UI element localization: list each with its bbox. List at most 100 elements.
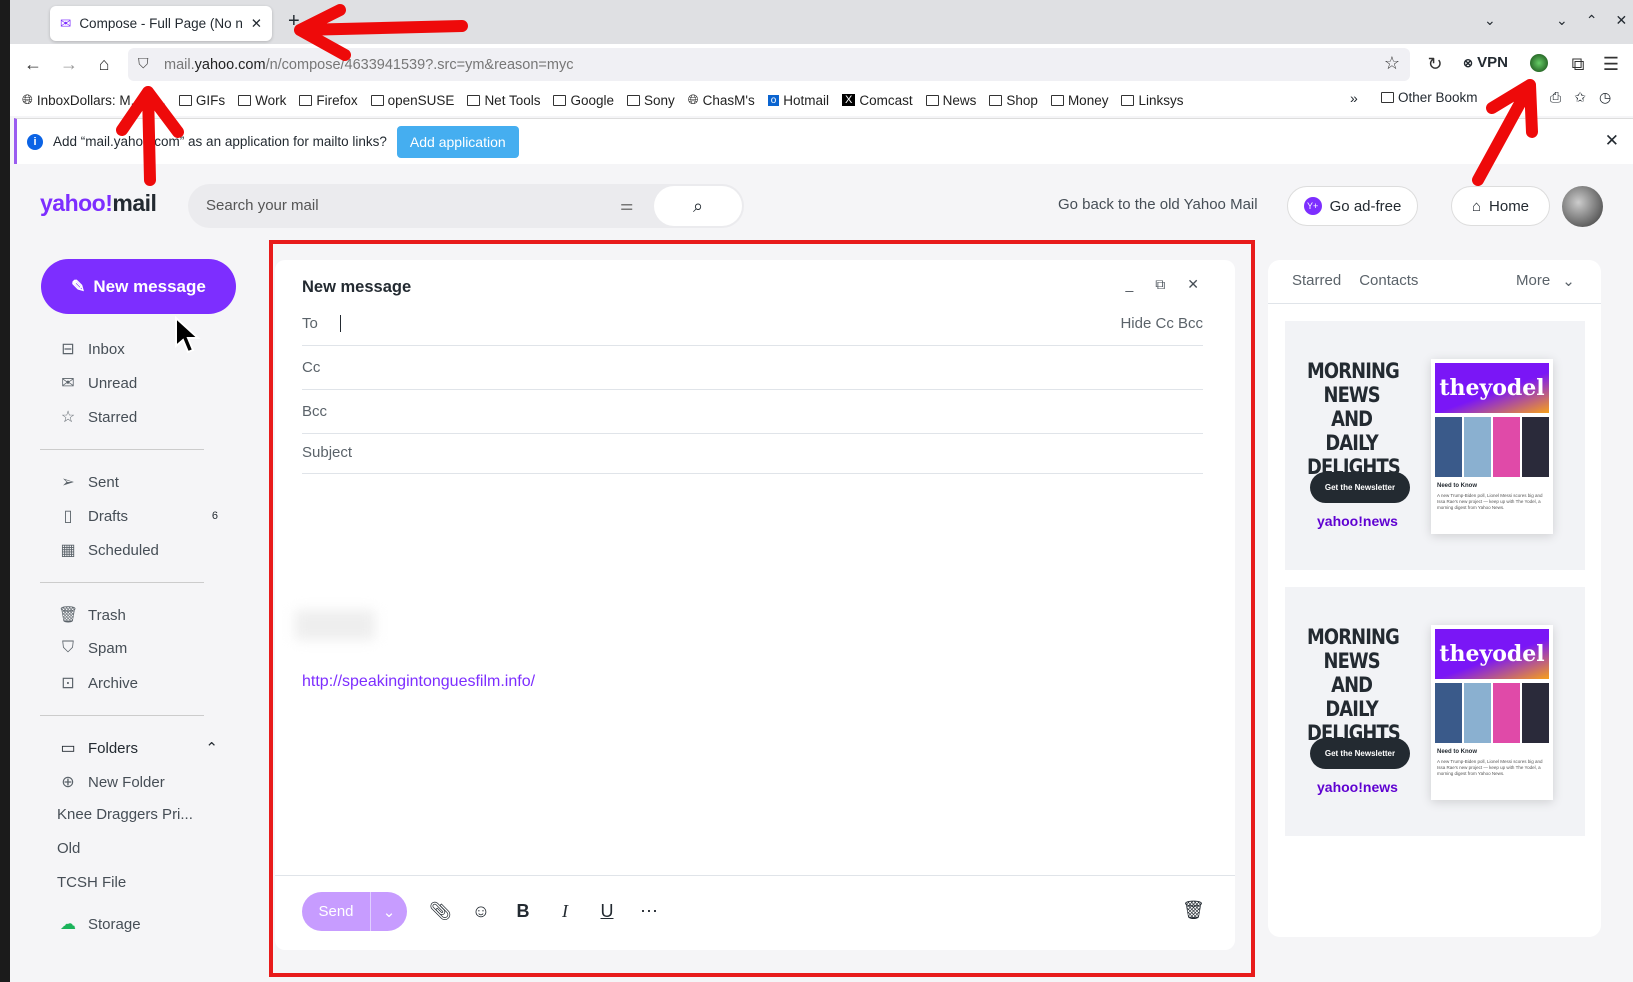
sidebar-item-drafts[interactable]: ▯ Drafts 6 <box>58 506 218 526</box>
bookmark[interactable]: Shop <box>989 93 1038 108</box>
folder-icon <box>1381 92 1394 103</box>
get-newsletter-button[interactable]: Get the Newsletter <box>1310 738 1410 769</box>
forward-icon[interactable]: → <box>56 51 82 77</box>
yahoo-plus-icon: Y+ <box>1303 197 1322 215</box>
divider <box>40 582 204 583</box>
tab-list-icon[interactable]: ⌄ <box>1484 12 1496 29</box>
add-application-button[interactable]: Add application <box>396 125 519 158</box>
new-message-button[interactable]: ✎ New message <box>41 259 236 314</box>
url-bar[interactable]: ⛉ mail. yahoo.com/n/compose/4633941539?.s… <box>128 48 1410 81</box>
bookmark[interactable]: GIFs <box>178 93 225 108</box>
avatar[interactable] <box>1562 186 1603 227</box>
sidebar-item-starred[interactable]: ☆ Starred <box>58 407 218 427</box>
sidebar-item-archive[interactable]: ⊡ Archive <box>58 673 218 693</box>
sidebar-folder[interactable]: Knee Draggers Pri... <box>57 806 217 823</box>
search-button[interactable]: ⌕ <box>654 186 742 226</box>
bookmark-star-icon[interactable]: ☆ <box>1384 53 1400 74</box>
close-window-icon[interactable]: ✕ <box>1615 12 1627 29</box>
sidebar-item-unread[interactable]: ✉ Unread <box>58 373 218 393</box>
other-bookmarks[interactable]: Other Bookm <box>1381 90 1491 105</box>
tab-contacts[interactable]: Contacts <box>1359 272 1418 289</box>
divider <box>40 715 204 716</box>
mailto-notification: i Add “mail.yahoo.com” as an application… <box>14 118 1633 164</box>
history-icon[interactable]: ◷ <box>1599 89 1611 106</box>
newsletter-ad[interactable]: MORNING NEWS AND DAILY DELIGHTS Get the … <box>1285 321 1585 570</box>
bookmark[interactable]: o Hotmail <box>767 93 829 108</box>
extension-icon[interactable] <box>1530 54 1548 72</box>
sidebar-item-trash[interactable]: 🗑︎ Trash <box>58 605 218 625</box>
minimize-icon[interactable]: ⌄ <box>1556 12 1568 29</box>
bookmark[interactable]: Linksys <box>1121 93 1183 108</box>
bookmark[interactable]: Money <box>1050 93 1108 108</box>
star-icon: ☆ <box>60 409 76 426</box>
go-ad-free-button[interactable]: Y+ Go ad-free <box>1287 186 1418 226</box>
folder-icon <box>370 94 384 106</box>
bookmark[interactable]: 🌐︎ ChasM's <box>688 92 755 108</box>
newsletter-ad[interactable]: MORNING NEWS AND DAILY DELIGHTS Get the … <box>1285 587 1585 836</box>
new-folder-button[interactable]: ⊕ New Folder <box>58 772 218 792</box>
sidebar-folder[interactable]: Old <box>57 840 217 857</box>
maximize-icon[interactable]: ⌃ <box>1586 12 1598 29</box>
outlook-icon: o <box>767 94 780 106</box>
house-icon: ⌂ <box>1471 197 1482 215</box>
home-icon[interactable]: ⌂ <box>91 51 117 77</box>
sidebar-item-inbox[interactable]: ⊟ Inbox <box>58 339 218 359</box>
reload-icon[interactable]: ↻ <box>1422 51 1448 77</box>
folder-icon <box>925 94 939 106</box>
extensions-puzzle-icon[interactable]: ⧉ <box>1565 51 1591 77</box>
divider <box>1268 303 1601 304</box>
newsletter-preview: theyodel Need to Know A new Trump-Biden … <box>1431 359 1553 534</box>
paper-plane-icon: ➢ <box>61 474 75 491</box>
more-bookmarks-icon[interactable]: » <box>1350 90 1358 106</box>
bookmark[interactable]: News <box>925 93 976 108</box>
globe-icon: 🌐︎ <box>22 92 33 107</box>
get-newsletter-button[interactable]: Get the Newsletter <box>1310 472 1410 503</box>
chevron-down-icon: ⌄ <box>1562 273 1575 290</box>
yahoo-news-logo: yahoo!news <box>1317 779 1398 795</box>
vpn-off-icon: ⊗ <box>1463 55 1474 70</box>
bookmark[interactable]: Net Tools <box>467 93 540 108</box>
new-tab-icon[interactable]: + <box>288 10 300 33</box>
bookmark[interactable]: Work <box>238 93 286 108</box>
old-mail-link[interactable]: Go back to the old Yahoo Mail <box>1058 196 1258 213</box>
bookmark[interactable]: 🌐︎ InboxDollars: M... E... <box>22 92 166 108</box>
pencil-icon: ✎ <box>71 276 86 296</box>
inbox-icon: ⊟ <box>61 341 75 358</box>
folder-open-icon: ▭ <box>60 740 76 757</box>
newsletter-preview: theyodel Need to Know A new Trump-Biden … <box>1431 625 1553 800</box>
sidebar-item-spam[interactable]: ⛉ Spam <box>58 639 218 657</box>
bookmark[interactable]: X Comcast <box>842 93 913 108</box>
vpn-button[interactable]: ⊗ VPN <box>1463 54 1508 71</box>
folders-toggle[interactable]: ▭ Folders ⌃ <box>58 738 218 758</box>
screenshot-icon[interactable]: ⎙ <box>1550 89 1561 106</box>
search-icon: ⌕ <box>692 195 704 216</box>
folder-icon <box>238 94 252 106</box>
x-icon: X <box>842 94 856 106</box>
bookmark[interactable]: openSUSE <box>370 93 454 108</box>
filter-sliders-icon[interactable]: ⚌ <box>620 196 633 214</box>
yahoo-mail-logo[interactable]: yahoo!mail <box>40 190 157 217</box>
bookmark[interactable]: Google <box>553 93 614 108</box>
sidebar-item-scheduled[interactable]: ▦ Scheduled <box>58 540 218 560</box>
tab-starred[interactable]: Starred <box>1292 272 1341 289</box>
more-menu[interactable]: More ⌄ <box>1516 272 1575 290</box>
divider <box>40 449 204 450</box>
annotation-rectangle <box>269 240 1255 977</box>
news-photos <box>1435 417 1549 477</box>
sidebar-folder[interactable]: TCSH File <box>57 874 217 891</box>
menu-icon[interactable]: ☰ <box>1598 51 1624 77</box>
browser-tab[interactable]: ✉ Compose - Full Page (No n ✕ <box>50 6 272 41</box>
close-notification-icon[interactable]: ✕ <box>1605 131 1619 151</box>
calendar-icon: ▦ <box>60 542 76 559</box>
home-button[interactable]: ⌂ Home <box>1451 186 1550 226</box>
globe-icon: 🌐︎ <box>687 92 699 107</box>
back-icon[interactable]: ← <box>20 51 46 77</box>
folder-icon <box>989 94 1003 106</box>
storage-link[interactable]: ☁ Storage <box>58 914 218 934</box>
bookmark[interactable]: Sony <box>627 93 675 108</box>
bookmarks-star-icon[interactable]: ✩ <box>1574 89 1586 106</box>
bookmark[interactable]: Firefox <box>299 93 358 108</box>
close-tab-icon[interactable]: ✕ <box>251 16 262 32</box>
sidebar-item-sent[interactable]: ➢ Sent <box>58 472 218 492</box>
search-bar[interactable]: Search your mail ⚌ ⌕ <box>188 184 744 228</box>
